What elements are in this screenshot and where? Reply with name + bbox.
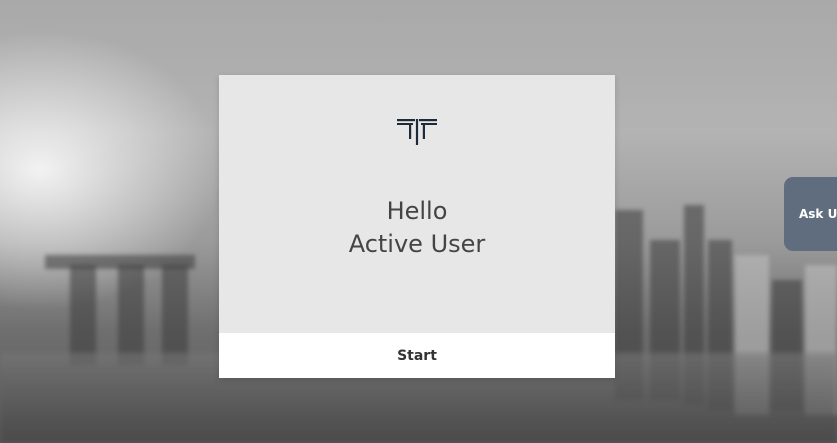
ask-us-label: Ask Us xyxy=(799,207,837,221)
ask-us-tab[interactable]: Ask Us xyxy=(784,177,837,251)
tt-monogram-icon xyxy=(397,119,437,145)
welcome-card: Hello Active User Start xyxy=(219,75,615,378)
start-button[interactable]: Start xyxy=(219,333,615,378)
greeting-hello: Hello xyxy=(386,197,448,225)
greeting-text: Hello Active User xyxy=(219,195,615,261)
greeting-username: Active User xyxy=(348,230,486,258)
